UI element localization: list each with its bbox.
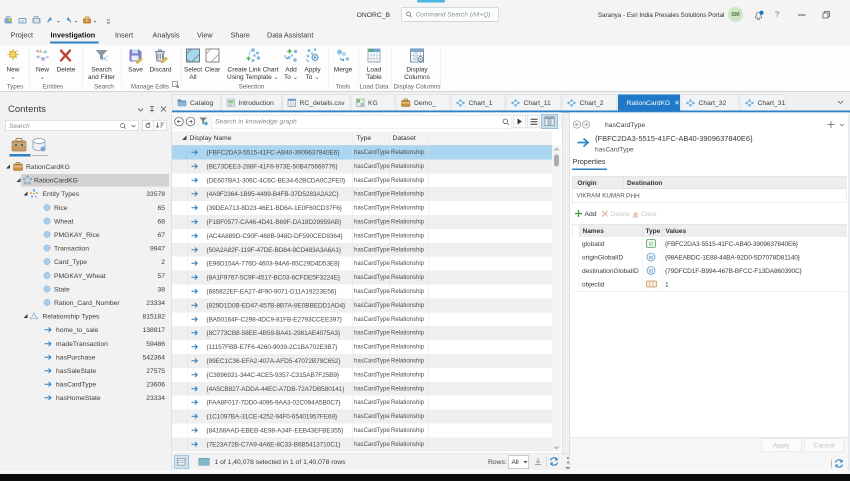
svg-text:ID: ID (649, 268, 653, 273)
svg-text:ID: ID (649, 255, 653, 260)
svg-text:ID: ID (649, 242, 654, 247)
